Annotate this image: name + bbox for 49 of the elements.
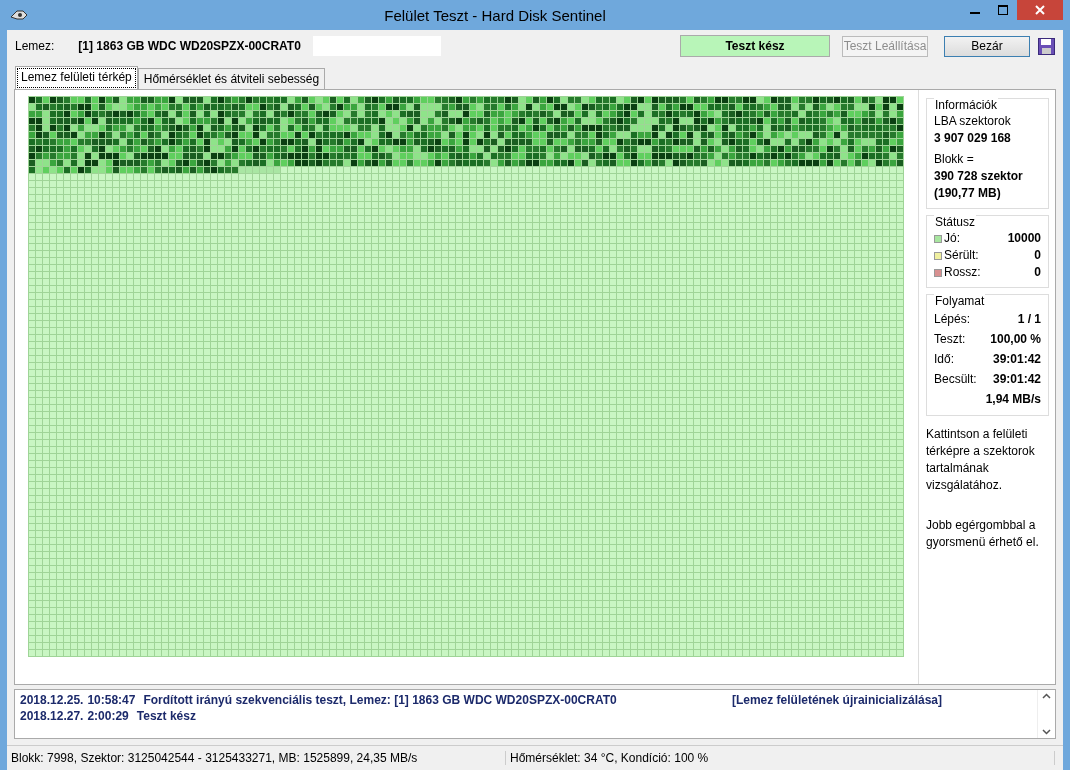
tab[interactable]: Lemez felületi térkép: [15, 66, 138, 90]
progress-value: 100,00 %: [990, 331, 1041, 348]
info-label: LBA szektorok: [934, 113, 1012, 130]
save-icon[interactable]: [1038, 37, 1055, 55]
progress-value: 1 / 1: [1017, 311, 1041, 328]
progress-label: Idő:: [934, 351, 954, 368]
tab[interactable]: Hőmérséklet és átviteli sebesség: [137, 68, 326, 90]
hint-text: Jobb egérgombbal a gyorsmenü érhető el.: [926, 517, 1040, 551]
progress-value: 39:01:42: [992, 371, 1041, 388]
info-value: 3 907 029 168: [934, 130, 1012, 147]
close-dialog-button[interactable]: Bezár: [944, 35, 1030, 57]
status-value: 0: [1034, 247, 1041, 264]
log-date: 2018.12.25.: [20, 692, 84, 708]
close-button[interactable]: [1017, 0, 1063, 20]
maximize-icon[interactable]: [998, 5, 1008, 15]
group-title: Státusz: [934, 215, 977, 229]
info-value: 390 728 szektor: [934, 168, 1024, 185]
status-value: 10000: [1007, 230, 1041, 247]
info-value: (190,77 MB): [934, 185, 1002, 202]
progress-label: Becsült:: [934, 371, 977, 388]
log-time: 10:58:47: [87, 692, 136, 708]
log-message: Teszt kész: [136, 708, 196, 724]
close-icon[interactable]: [1035, 5, 1045, 15]
group-title: Információk: [934, 98, 999, 112]
disk-name: [1] 1863 GB WDC WD20SPZX-00CRAT0: [78, 39, 301, 53]
progress-value: 39:01:42: [992, 351, 1041, 368]
status-label: Sérült:: [944, 247, 979, 264]
info-label: Blokk =: [934, 151, 975, 168]
app-icon[interactable]: [9, 7, 29, 23]
status-label: Jó:: [944, 230, 960, 247]
progress-label: Lépés:: [934, 311, 971, 328]
log-time: 2:00:29: [87, 708, 129, 724]
status-value: 0: [1034, 264, 1041, 281]
status-label: Rossz:: [944, 264, 981, 281]
scroll-up-icon[interactable]: [1042, 693, 1051, 699]
disk-label: Lemez:: [15, 39, 55, 53]
status-bar-text: Blokk: 7998, Szektor: 3125042544 - 3125433271, MB: 1525899, 24,35 MB/s: [7, 751, 506, 765]
log-note: [Lemez felületének újrainicializálása]: [731, 692, 942, 708]
scroll-down-icon[interactable]: [1042, 729, 1051, 735]
group-title: Folyamat: [934, 294, 986, 308]
hint-text: Kattintson a felületi térképre a szektorok tartalmának vizsgálatához.: [926, 426, 1036, 494]
log-date: 2018.12.27.: [20, 708, 84, 724]
window-title: Felület Teszt - Hard Disk Sentinel: [383, 6, 607, 24]
progress-label: Teszt:: [934, 331, 966, 348]
status-bar-text: Hőmérséklet: 34 °C, Kondíció: 100 %: [506, 751, 1055, 765]
test-status: Teszt kész: [680, 35, 830, 57]
log-message: Fordított irányú szekvenciális teszt, Lemez: [1] 1863 GB WDC WD20SPZX-00CRAT0: [143, 692, 617, 708]
surface-map-drawing[interactable]: [28, 96, 904, 657]
progress-value: 1,94 MB/s: [985, 391, 1041, 408]
